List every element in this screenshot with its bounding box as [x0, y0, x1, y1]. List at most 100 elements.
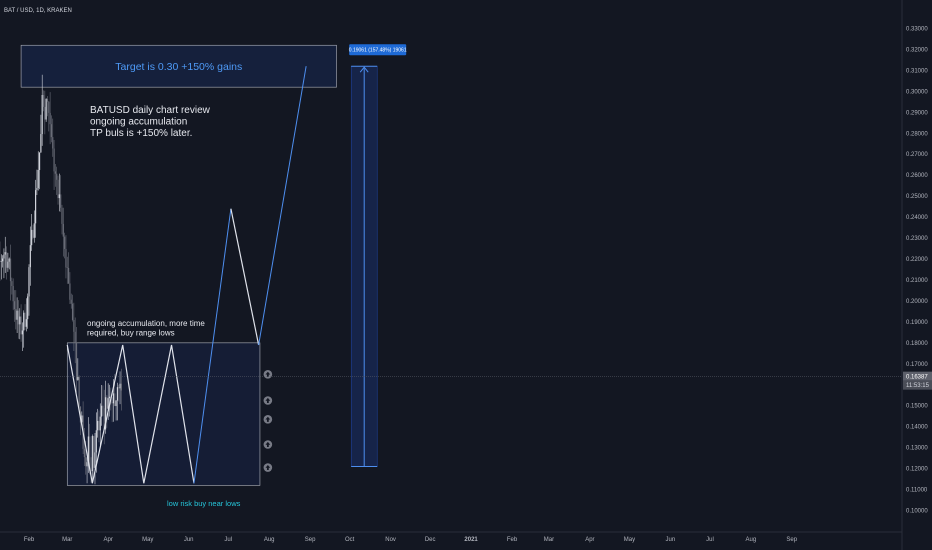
candle-body	[24, 312, 26, 327]
y-tick-label: 0.30000	[906, 89, 928, 95]
candle-body	[71, 303, 74, 320]
x-tick-label: Jul	[706, 537, 714, 543]
projection-path-pullback	[230, 208, 260, 346]
x-tick-label: Aug	[746, 537, 757, 543]
candle-body	[64, 236, 66, 249]
candle-body	[23, 312, 25, 331]
candle-body	[17, 310, 20, 325]
x-tick-label: Sep	[305, 537, 316, 543]
x-tick-label: Jun	[184, 537, 194, 543]
symbol-label: BAT / USD, 1D, KRAKEN	[4, 8, 72, 14]
projection-path-target-leg	[258, 66, 307, 346]
x-tick-label: Nov	[385, 537, 396, 543]
candle-body	[49, 112, 51, 125]
candle-body	[108, 396, 111, 399]
candle-body	[74, 331, 76, 344]
candle-body	[15, 309, 17, 320]
x-tick-label: Feb	[507, 537, 518, 543]
y-tick-label: 0.23000	[906, 236, 928, 242]
y-tick-label: 0.17000	[906, 362, 928, 368]
x-tick-label: Oct	[345, 537, 355, 543]
x-tick-label: Sep	[786, 537, 797, 543]
candle-body	[70, 299, 72, 304]
candle-body	[62, 223, 64, 237]
candle-body	[83, 448, 86, 458]
candle-body	[2, 258, 4, 262]
current-price-label: 0.16387	[906, 375, 928, 381]
candle-body	[11, 281, 13, 287]
candle-body	[7, 261, 9, 268]
candle-body	[120, 383, 122, 391]
candle-body	[33, 223, 35, 238]
candle-body	[61, 207, 63, 224]
x-tick-label: Apr	[585, 537, 594, 543]
y-tick-label: 0.24000	[906, 215, 928, 221]
candle-body	[52, 137, 54, 149]
candle-body	[37, 169, 39, 189]
candle-body	[36, 188, 38, 191]
target-annotation: Target is 0.30 +150% gains	[115, 61, 242, 73]
y-tick-label: 0.28000	[906, 131, 928, 137]
price-chart[interactable]: 0.33000 0.32000 0.31000 0.30000 0.29000 0.280…	[0, 0, 932, 550]
measure-label: 0.19061 (157.48%) 19061	[349, 48, 407, 54]
x-tick-label: Dec	[425, 537, 436, 543]
y-tick-label: 0.26000	[906, 173, 928, 179]
candle-body	[19, 316, 21, 325]
y-tick-label: 0.29000	[906, 110, 928, 116]
candle-body	[3, 254, 5, 259]
low-risk-annotation: low risk buy near lows	[167, 499, 241, 508]
candle-body	[119, 383, 121, 389]
candle-body	[91, 436, 93, 472]
review-annotation-line: BATUSD daily chart review	[90, 105, 211, 116]
x-tick-label: Apr	[104, 537, 113, 543]
candle-body	[50, 124, 53, 138]
candle-body	[40, 134, 42, 153]
y-tick-label: 0.32000	[906, 47, 928, 53]
candle-body	[95, 430, 97, 453]
candle-body	[94, 452, 96, 468]
y-tick-label: 0.31000	[906, 68, 928, 74]
candle-body	[41, 95, 43, 135]
candle-body	[21, 330, 24, 335]
candle-body	[8, 258, 10, 262]
candle-body	[54, 171, 56, 174]
candle-body	[118, 387, 120, 389]
y-tick-label: 0.10000	[906, 509, 928, 515]
candle-body	[116, 387, 119, 401]
candle-body	[58, 194, 60, 199]
candle-body	[112, 393, 115, 404]
x-tick-label: Jul	[224, 537, 232, 543]
candle-body	[38, 152, 41, 170]
candle-body	[0, 261, 2, 262]
x-tick-label: Aug	[264, 537, 275, 543]
candle-body	[31, 229, 33, 246]
accumulation-annotation-line: ongoing accumulation, more time	[87, 319, 205, 328]
accumulation-annotation-line: required, buy range lows	[87, 329, 175, 338]
candle-body	[45, 98, 47, 120]
countdown-label: 11:53:15	[906, 383, 930, 389]
candle-body	[16, 310, 18, 320]
candle-body	[12, 286, 14, 302]
candle-body	[25, 319, 27, 327]
candle-body	[86, 462, 88, 467]
candle-body	[5, 252, 8, 268]
y-tick-label: 0.22000	[906, 257, 928, 263]
x-tick-label: Jun	[666, 537, 676, 543]
candle-body	[98, 420, 100, 431]
candle-body	[67, 267, 70, 284]
y-tick-label: 0.15000	[906, 404, 928, 410]
y-tick-label: 0.14000	[906, 425, 928, 431]
y-tick-label: 0.21000	[906, 278, 928, 284]
candle-body	[4, 252, 6, 255]
candle-body	[9, 258, 12, 282]
candle-body	[34, 190, 37, 224]
candle-body	[106, 397, 108, 409]
candle-body	[42, 95, 45, 107]
candle-body	[111, 402, 113, 404]
y-tick-label: 0.33000	[906, 26, 928, 32]
y-tick-label: 0.12000	[906, 467, 928, 473]
candle-body	[53, 148, 55, 172]
x-tick-label: Mar	[544, 537, 554, 543]
candle-body	[44, 106, 46, 120]
y-tick-label: 0.27000	[906, 152, 928, 158]
